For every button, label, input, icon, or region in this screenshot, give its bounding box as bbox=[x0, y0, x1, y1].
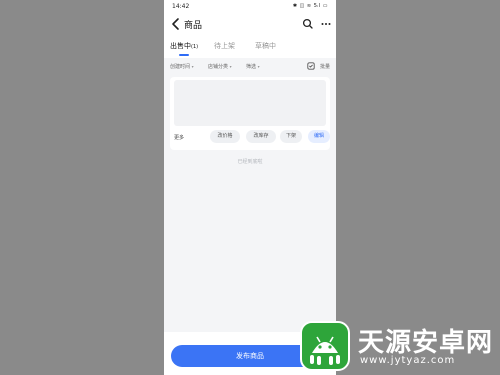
tab-on-sale-label: 出售中 bbox=[170, 42, 191, 50]
filter-bar: 创建时间 ▾ 店铺分类 ▾ 筛选 ▾ 批量 bbox=[164, 60, 336, 74]
batch-button[interactable]: 批量 bbox=[320, 63, 330, 70]
product-thumbnail[interactable] bbox=[174, 80, 326, 126]
filter-created-time-label: 创建时间 bbox=[170, 64, 191, 70]
watermark-title: 天源安卓网 bbox=[358, 328, 494, 358]
nav-bar: 商品 bbox=[164, 14, 336, 36]
change-stock-button[interactable]: 改库存 bbox=[246, 130, 276, 143]
tab-on-sale[interactable]: 出售中(1) bbox=[170, 41, 198, 51]
filter-created-time[interactable]: 创建时间 ▾ bbox=[170, 63, 194, 70]
filter-shop-category[interactable]: 店铺分类 ▾ bbox=[208, 63, 232, 70]
more-dots-icon[interactable] bbox=[320, 18, 332, 30]
page-title: 商品 bbox=[184, 21, 203, 31]
tab-drafts[interactable]: 草稿中 bbox=[255, 41, 276, 51]
site-watermark: 天源安卓网 www.jytyaz.com bbox=[300, 318, 500, 375]
caret-down-icon: ▾ bbox=[191, 64, 194, 69]
more-button[interactable]: 更多 bbox=[174, 134, 184, 141]
status-bar: 14:42 ✱ ◫ ≋ 5ᵢl ▭ bbox=[164, 0, 336, 14]
chevron-left-icon[interactable] bbox=[170, 17, 182, 31]
search-icon[interactable] bbox=[302, 18, 314, 30]
watermark-url: www.jytyaz.com bbox=[360, 355, 456, 366]
product-card[interactable]: 更多 改价格 改库存 下架 编辑 bbox=[170, 77, 330, 150]
android-logo-icon bbox=[300, 321, 350, 371]
filter-shop-category-label: 店铺分类 bbox=[208, 64, 229, 70]
status-indicators: ✱ ◫ ≋ 5ᵢl ▭ bbox=[292, 3, 328, 9]
caret-down-icon: ▾ bbox=[257, 64, 260, 69]
filter-screen-label: 筛选 bbox=[246, 64, 257, 70]
status-tabs: 出售中(1) 待上架 草稿中 bbox=[164, 36, 336, 58]
tab-on-sale-count: (1) bbox=[191, 44, 199, 50]
active-tab-indicator bbox=[179, 54, 189, 56]
android-robot-icon bbox=[310, 336, 340, 365]
tab-pending[interactable]: 待上架 bbox=[214, 41, 235, 51]
delist-button[interactable]: 下架 bbox=[280, 130, 302, 143]
change-price-button[interactable]: 改价格 bbox=[210, 130, 240, 143]
edit-button[interactable]: 编辑 bbox=[308, 130, 330, 143]
caret-down-icon: ▾ bbox=[229, 64, 232, 69]
batch-icon[interactable] bbox=[307, 62, 315, 70]
list-end-note: 已经到底啦 bbox=[237, 159, 263, 165]
filter-screen[interactable]: 筛选 ▾ bbox=[246, 63, 260, 70]
status-time: 14:42 bbox=[172, 3, 190, 10]
